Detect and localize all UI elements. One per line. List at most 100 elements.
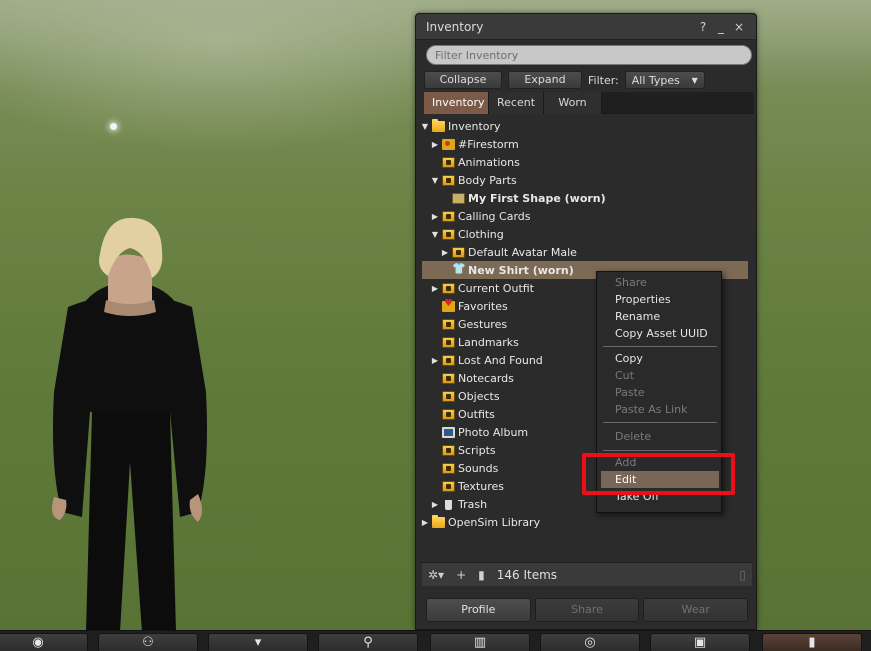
toolbar-search-button[interactable]: ⚲ [318, 633, 418, 651]
menu-item-paste[interactable]: Paste [601, 384, 719, 401]
collapsed-arrow-icon[interactable]: ▶ [430, 356, 440, 365]
toolbar-appearance-button[interactable]: ▾ [208, 633, 308, 651]
tree-item-label: Lost And Found [458, 353, 543, 367]
avatar[interactable] [30, 212, 230, 630]
shirt-icon: ▾ [254, 635, 262, 650]
toolbar-destinations-button[interactable]: ◎ [540, 633, 640, 651]
photo-album-folder-icon [442, 426, 455, 438]
tree-item-opensim-library[interactable]: ▶ OpenSim Library [420, 513, 754, 531]
collapsed-arrow-icon[interactable]: ▶ [430, 140, 440, 149]
tree-item-inventory[interactable]: ▼ Inventory [420, 117, 754, 135]
tree-item-label: Inventory [448, 119, 501, 133]
profile-button[interactable]: Profile [426, 598, 531, 622]
outfits-folder-icon [442, 408, 455, 420]
help-button[interactable]: ? [696, 20, 710, 34]
toolbar-inventory-button[interactable]: ▮ [762, 633, 862, 651]
landmarks-folder-icon [442, 336, 455, 348]
sounds-folder-icon [442, 462, 455, 474]
wear-button[interactable]: Wear [643, 598, 749, 622]
annotation-highlight [582, 453, 735, 495]
close-button[interactable]: × [732, 20, 746, 34]
toolbar-snapshot-button[interactable]: ▣ [650, 633, 750, 651]
tree-item-animations[interactable]: ▶ Animations [420, 153, 754, 171]
gear-icon[interactable]: ✲▾ [428, 568, 444, 582]
tree-item-body-parts[interactable]: ▼ Body Parts [420, 171, 754, 189]
animations-folder-icon [442, 156, 455, 168]
menu-item-rename[interactable]: Rename [601, 308, 719, 325]
title-bar[interactable]: Inventory ? _ × [416, 14, 756, 40]
menu-item-cut[interactable]: Cut [601, 367, 719, 384]
map-icon: ▥ [473, 635, 487, 650]
tree-item-label: Objects [458, 389, 500, 403]
expanded-arrow-icon[interactable]: ▼ [430, 176, 440, 185]
people-icon: ⚇ [142, 635, 154, 650]
tab-recent[interactable]: Recent [489, 92, 544, 114]
shirt-icon [452, 262, 466, 276]
textures-folder-icon [442, 480, 455, 492]
tree-item-label: #Firestorm [458, 137, 519, 151]
notecards-folder-icon [442, 372, 455, 384]
tab-worn[interactable]: Worn [544, 92, 602, 114]
tab-inventory[interactable]: Inventory [424, 92, 489, 114]
inventory-icon: ▮ [478, 567, 485, 582]
menu-separator [603, 450, 717, 451]
item-count: 146 Items [496, 567, 558, 582]
toolbar-people-button[interactable]: ⚇ [98, 633, 198, 651]
expanded-arrow-icon[interactable]: ▼ [420, 122, 430, 131]
tree-item-firestorm[interactable]: ▶ #Firestorm [420, 135, 754, 153]
expanded-arrow-icon[interactable]: ▼ [430, 230, 440, 239]
favorites-folder-icon [442, 298, 455, 312]
menu-item-copy[interactable]: Copy [601, 350, 719, 367]
tree-item-label: Clothing [458, 227, 504, 241]
current-outfit-folder-icon [442, 282, 455, 294]
scripts-folder-icon [442, 444, 455, 456]
toolbar-view-button[interactable]: ◉ [0, 633, 88, 651]
inventory-status-bar: ✲▾ + ▮ 146 Items ▯ [422, 562, 752, 586]
search-icon: ⚲ [363, 635, 373, 650]
calling-cards-folder-icon [442, 210, 455, 222]
delete-trash-icon[interactable]: ▯ [739, 568, 746, 582]
collapsed-arrow-icon[interactable]: ▶ [430, 500, 440, 509]
menu-item-paste-as-link[interactable]: Paste As Link [601, 401, 719, 418]
tree-item-default-avatar-male[interactable]: ▶ Default Avatar Male [420, 243, 754, 261]
body-parts-folder-icon [442, 174, 455, 186]
menu-item-copy-asset-uuid[interactable]: Copy Asset UUID [601, 325, 719, 342]
objects-folder-icon [442, 390, 455, 402]
tree-item-label: Notecards [458, 371, 514, 385]
menu-item-share[interactable]: Share [601, 274, 719, 291]
tree-item-label: Photo Album [458, 425, 529, 439]
tree-item-clothing[interactable]: ▼ Clothing [420, 225, 754, 243]
filter-inventory-input[interactable] [426, 45, 752, 65]
collapse-button[interactable]: Collapse [424, 71, 502, 89]
firestorm-folder-icon [442, 138, 455, 150]
collapsed-arrow-icon[interactable]: ▶ [430, 212, 440, 221]
light-particle [110, 123, 117, 130]
collapsed-arrow-icon[interactable]: ▶ [440, 248, 450, 257]
collapsed-arrow-icon[interactable]: ▶ [420, 518, 430, 527]
menu-item-properties[interactable]: Properties [601, 291, 719, 308]
shape-icon [452, 192, 465, 204]
add-icon[interactable]: + [456, 568, 466, 582]
share-button[interactable]: Share [534, 598, 640, 622]
tree-item-label: Landmarks [458, 335, 519, 349]
minimize-button[interactable]: _ [714, 20, 728, 34]
tree-item-label: Calling Cards [458, 209, 531, 223]
gestures-folder-icon [442, 318, 455, 330]
inventory-icon: ▮ [808, 635, 816, 650]
inventory-tabs: Inventory Recent Worn [424, 92, 754, 114]
camera-icon: ▣ [693, 635, 707, 650]
tree-item-label: Textures [458, 479, 504, 493]
tree-item-label: Gestures [458, 317, 508, 331]
expand-button[interactable]: Expand [508, 71, 582, 89]
filter-label: Filter: [588, 73, 619, 87]
folder-icon [432, 118, 445, 132]
toolbar-map-button[interactable]: ▥ [430, 633, 530, 651]
filter-type-dropdown[interactable]: All Types ▼ [624, 71, 705, 89]
menu-item-delete[interactable]: Delete [601, 428, 719, 445]
tree-item-my-first-shape[interactable]: ▶ My First Shape (worn) [420, 189, 754, 207]
collapsed-arrow-icon[interactable]: ▶ [430, 284, 440, 293]
chevron-down-icon: ▼ [691, 75, 698, 85]
tree-item-calling-cards[interactable]: ▶ Calling Cards [420, 207, 754, 225]
tree-item-label: OpenSim Library [448, 515, 541, 529]
lost-and-found-folder-icon [442, 354, 455, 366]
